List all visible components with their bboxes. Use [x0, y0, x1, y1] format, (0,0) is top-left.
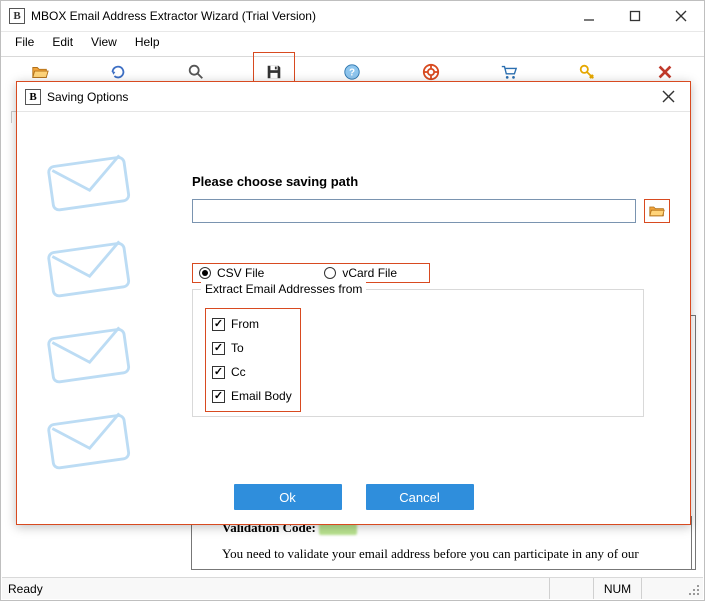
radio-dot-icon	[324, 267, 336, 279]
main-window: B MBOX Email Address Extractor Wizard (T…	[0, 0, 705, 601]
dialog-body: Please choose saving path CSV File vCard…	[17, 112, 690, 524]
refresh-icon	[109, 63, 127, 81]
radio-vcard-label: vCard File	[342, 266, 397, 280]
dialog-content: Please choose saving path CSV File vCard…	[192, 174, 670, 417]
dialog-titlebar: B Saving Options	[17, 82, 690, 112]
checkbox-from-label: From	[231, 317, 259, 331]
status-empty-2	[641, 578, 685, 599]
status-bar: Ready NUM	[2, 577, 703, 599]
checkbox-icon	[212, 366, 225, 379]
saving-options-dialog: B Saving Options Please choose saving pa…	[16, 81, 691, 525]
extract-groupbox: Extract Email Addresses from From To	[192, 289, 644, 417]
radio-csv[interactable]: CSV File	[199, 266, 264, 280]
title-bar: B MBOX Email Address Extractor Wizard (T…	[1, 1, 704, 32]
svg-text:?: ?	[349, 67, 355, 78]
checkbox-body-label: Email Body	[231, 389, 292, 403]
dialog-close-button[interactable]	[646, 82, 690, 112]
radio-csv-label: CSV File	[217, 266, 264, 280]
status-ready: Ready	[2, 582, 549, 596]
maximize-button[interactable]	[612, 1, 658, 32]
window-title: MBOX Email Address Extractor Wizard (Tri…	[31, 9, 316, 23]
checkbox-icon	[212, 342, 225, 355]
envelope-icon	[45, 228, 140, 298]
envelope-icon	[45, 400, 140, 470]
key-icon	[578, 63, 596, 81]
close-button[interactable]	[658, 1, 704, 32]
cancel-button[interactable]: Cancel	[366, 484, 474, 510]
ok-button[interactable]: Ok	[234, 484, 342, 510]
extract-checkbox-column: From To Cc Email Body	[205, 308, 301, 412]
checkbox-from[interactable]: From	[212, 317, 294, 331]
radio-vcard[interactable]: vCard File	[324, 266, 397, 280]
menu-help[interactable]: Help	[127, 33, 168, 51]
browse-button[interactable]	[644, 199, 670, 223]
checkbox-icon	[212, 318, 225, 331]
app-icon: B	[9, 8, 25, 24]
status-empty-1	[549, 578, 593, 599]
lifebuoy-icon	[422, 63, 440, 81]
dialog-title: Saving Options	[47, 90, 128, 104]
status-num: NUM	[593, 578, 641, 599]
checkbox-cc[interactable]: Cc	[212, 365, 294, 379]
checkbox-cc-label: Cc	[231, 365, 246, 379]
folder-open-icon	[31, 63, 49, 81]
folder-open-icon	[649, 204, 665, 218]
menu-file[interactable]: File	[7, 33, 42, 51]
envelope-icon	[45, 142, 140, 212]
help-icon: ?	[343, 63, 361, 81]
checkbox-icon	[212, 390, 225, 403]
dialog-button-row: Ok Cancel	[17, 484, 690, 510]
saving-path-label: Please choose saving path	[192, 174, 670, 189]
format-radiogroup: CSV File vCard File	[192, 263, 430, 283]
groupbox-legend: Extract Email Addresses from	[201, 282, 366, 296]
radio-dot-icon	[199, 267, 211, 279]
checkbox-body[interactable]: Email Body	[212, 389, 294, 403]
close-red-icon	[656, 63, 674, 81]
minimize-button[interactable]	[566, 1, 612, 32]
cart-icon	[500, 63, 518, 81]
dialog-app-icon: B	[25, 89, 41, 105]
saving-path-input[interactable]	[192, 199, 636, 223]
menu-view[interactable]: View	[83, 33, 125, 51]
menu-edit[interactable]: Edit	[44, 33, 81, 51]
search-icon	[187, 63, 205, 81]
envelope-decoration	[45, 142, 155, 470]
menu-bar: File Edit View Help	[1, 32, 704, 52]
checkbox-to[interactable]: To	[212, 341, 294, 355]
validation-instruction: You need to validate your email address …	[222, 546, 661, 562]
save-icon	[265, 63, 283, 81]
resize-grip[interactable]	[685, 578, 703, 599]
envelope-icon	[45, 314, 140, 384]
checkbox-to-label: To	[231, 341, 244, 355]
